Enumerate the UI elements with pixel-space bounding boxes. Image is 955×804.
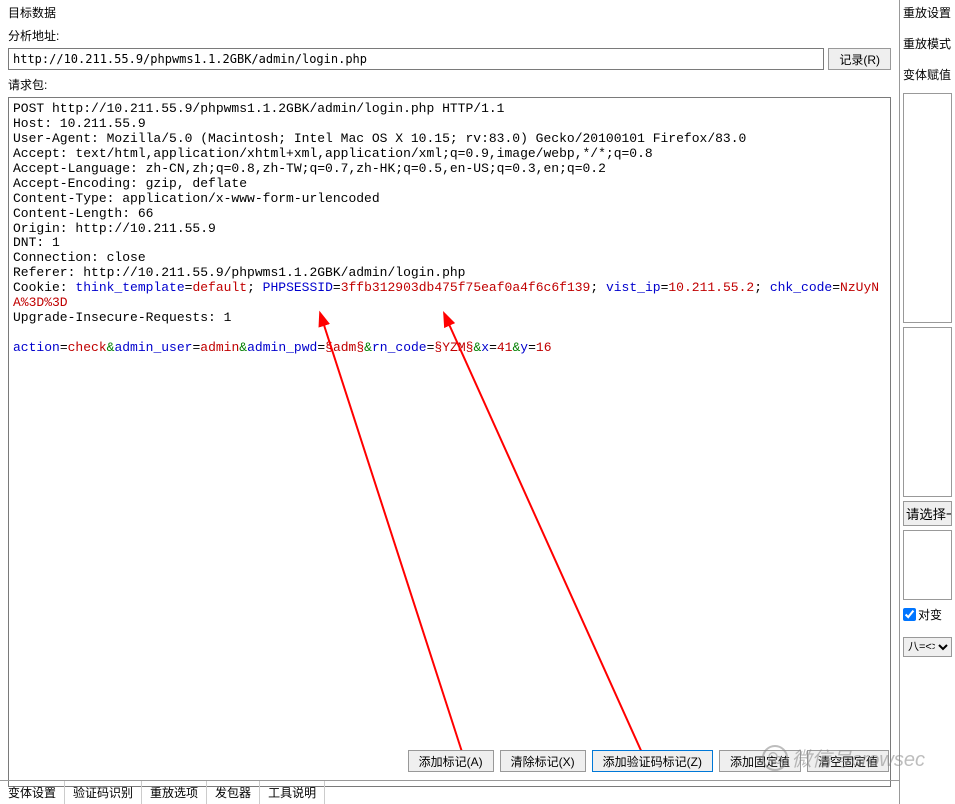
tab-variant-settings[interactable]: 变体设置 <box>0 781 65 804</box>
replay-mode-label: 重放模式 <box>903 35 953 52</box>
tab-tool-help[interactable]: 工具说明 <box>260 781 325 804</box>
right-list-1[interactable] <box>903 93 952 323</box>
bottom-tabs: 变体设置 验证码识别 重放选项 发包器 工具说明 <box>0 780 899 804</box>
right-list-2[interactable] <box>903 327 952 497</box>
target-data-label: 目标数据 <box>0 0 899 23</box>
checkbox-var-input[interactable] <box>903 608 916 621</box>
please-select-button[interactable]: 请选择一 <box>903 501 952 526</box>
request-textarea[interactable]: POST http://10.211.55.9/phpwms1.1.2GBK/a… <box>8 97 891 787</box>
request-package-label: 请求包: <box>0 74 899 95</box>
right-select[interactable]: 八=<>§ <box>903 637 952 657</box>
right-panel: 重放设置 重放模式 变体赋值 请选择一 对变 八=<>§ <box>901 0 955 804</box>
checkbox-var[interactable]: 对变 <box>903 606 953 623</box>
analyze-address-label: 分析地址: <box>0 23 899 46</box>
tab-replay-options[interactable]: 重放选项 <box>142 781 207 804</box>
body-assign-label: 变体赋值 <box>903 66 953 83</box>
add-mark-button[interactable]: 添加标记(A) <box>408 750 494 772</box>
replay-settings-label: 重放设置 <box>903 4 953 21</box>
record-button[interactable]: 记录(R) <box>828 48 891 70</box>
tab-packet-sender[interactable]: 发包器 <box>207 781 260 804</box>
clear-fixed-button[interactable]: 清空固定值 <box>807 750 889 772</box>
add-fixed-button[interactable]: 添加固定值 <box>719 750 801 772</box>
tab-captcha-recognition[interactable]: 验证码识别 <box>65 781 142 804</box>
add-captcha-mark-button[interactable]: 添加验证码标记(Z) <box>592 750 713 772</box>
analyze-address-input[interactable] <box>8 48 824 70</box>
right-list-3[interactable] <box>903 530 952 600</box>
clear-mark-button[interactable]: 清除标记(X) <box>500 750 586 772</box>
